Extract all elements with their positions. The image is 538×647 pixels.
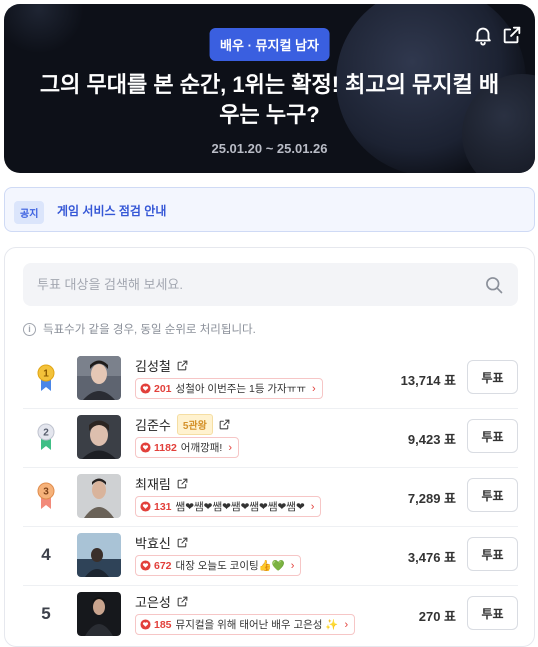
- search-icon[interactable]: [484, 275, 504, 295]
- notice-tag: 공지: [14, 201, 45, 224]
- cheer-message-button[interactable]: 131 쌤❤쌤❤쌤❤쌤❤쌤❤쌤❤쌤❤ ›: [135, 496, 322, 517]
- award-badge: 5관왕: [176, 413, 213, 435]
- cheer-message: 대장 오늘도 코이팅👍💚: [175, 560, 285, 572]
- tie-rule-hint: i 득표수가 같을 경우, 동일 순위로 처리됩니다.: [23, 321, 256, 337]
- rank-medal: 2: [33, 419, 59, 455]
- cheer-count: 185: [154, 618, 172, 631]
- avatar[interactable]: [77, 592, 121, 636]
- search-box: [23, 263, 518, 306]
- cheer-message-button[interactable]: 185 뮤지컬을 위해 태어난 배우 고은성 ✨ ›: [135, 614, 356, 635]
- external-link-icon[interactable]: [176, 477, 189, 490]
- gold-medal-icon: 1: [37, 364, 55, 391]
- candidate-name[interactable]: 고은성: [135, 592, 171, 611]
- heart-icon: [140, 442, 151, 453]
- search-input[interactable]: [23, 263, 518, 306]
- vote-button[interactable]: 투표: [467, 478, 518, 512]
- cheer-message: 뮤지컬을 위해 태어난 배우 고은성 ✨: [175, 619, 339, 631]
- cheer-message-button[interactable]: 201 성철아 이번주는 1등 가자ㅠㅠ ›: [135, 378, 323, 399]
- event-title: 그의 무대를 본 순간, 1위는 확정! 최고의 뮤지컬 배우는 누구?: [39, 72, 500, 127]
- candidate-name[interactable]: 박효신: [135, 533, 171, 552]
- info-icon: i: [23, 322, 36, 336]
- rank-number: 5: [41, 604, 51, 623]
- cheer-message: 성철아 이번주는 1등 가자ㅠㅠ: [175, 383, 307, 395]
- candidate-name[interactable]: 최재림: [135, 474, 171, 493]
- candidate-name[interactable]: 김준수: [135, 415, 171, 434]
- rank-medal: 3: [33, 478, 59, 514]
- ranking-panel: i 득표수가 같을 경우, 동일 순위로 처리됩니다. 1 김성철 201 성철…: [4, 247, 535, 647]
- heart-icon: [140, 501, 151, 512]
- share-icon[interactable]: [501, 24, 523, 46]
- ranking-row: 3 최재림 131 쌤❤쌤❤쌤❤쌤❤쌤❤쌤❤쌤❤ › 7,289 표 투표: [23, 468, 518, 527]
- notice-bar[interactable]: 공지 게임 서비스 점검 안내: [4, 187, 535, 232]
- vote-count: 13,714 표: [400, 373, 456, 388]
- avatar[interactable]: [77, 533, 121, 577]
- vote-button[interactable]: 투표: [467, 596, 518, 630]
- heart-icon: [140, 383, 151, 394]
- rank-medal: 1: [33, 360, 59, 396]
- vote-count: 7,289 표: [407, 491, 456, 506]
- ranking-row: 4 박효신 672 대장 오늘도 코이팅👍💚 › 3,476 표 투표: [23, 527, 518, 586]
- event-date-range: 25.01.20 ~ 25.01.26: [211, 141, 328, 156]
- ranking-row: 5 고은성 185 뮤지컬을 위해 태어난 배우 고은성 ✨ › 270 표 투…: [23, 586, 518, 644]
- cheer-message: 어깨깡패!: [180, 442, 223, 454]
- cheer-message-button[interactable]: 672 대장 오늘도 코이팅👍💚 ›: [135, 555, 302, 576]
- ranking-row: 2 김준수 5관왕 1182 어깨깡패! › 9,423 표 투표: [23, 409, 518, 468]
- avatar[interactable]: [77, 415, 121, 459]
- svg-text:2: 2: [43, 428, 49, 439]
- rank-number: 4: [41, 545, 51, 564]
- vote-button[interactable]: 투표: [467, 537, 518, 571]
- cheer-count: 672: [154, 559, 172, 572]
- bronze-medal-icon: 3: [37, 482, 55, 509]
- chevron-right-icon: ›: [228, 441, 233, 454]
- heart-icon: [140, 560, 151, 571]
- bell-icon[interactable]: [472, 24, 494, 46]
- chevron-right-icon: ›: [344, 618, 349, 631]
- vote-button[interactable]: 투표: [467, 360, 518, 394]
- vote-count: 270 표: [418, 609, 456, 624]
- cheer-message: 쌤❤쌤❤쌤❤쌤❤쌤❤쌤❤쌤❤: [175, 501, 305, 513]
- external-link-icon[interactable]: [176, 359, 189, 372]
- avatar[interactable]: [77, 474, 121, 518]
- silver-medal-icon: 2: [37, 423, 55, 450]
- cheer-count: 201: [154, 382, 172, 395]
- event-banner: 배우 · 뮤지컬 남자 그의 무대를 본 순간, 1위는 확정! 최고의 뮤지컬…: [4, 4, 535, 173]
- notice-text[interactable]: 게임 서비스 점검 안내: [57, 202, 166, 219]
- external-link-icon[interactable]: [176, 595, 189, 608]
- ranking-row: 1 김성철 201 성철아 이번주는 1등 가자ㅠㅠ › 13,714 표 투표: [23, 350, 518, 409]
- candidate-name[interactable]: 김성철: [135, 356, 171, 375]
- external-link-icon[interactable]: [176, 536, 189, 549]
- vote-button[interactable]: 투표: [467, 419, 518, 453]
- vote-count: 9,423 표: [407, 432, 456, 447]
- chevron-right-icon: ›: [312, 382, 316, 395]
- heart-icon: [140, 619, 151, 630]
- svg-text:1: 1: [43, 369, 49, 380]
- vote-count: 3,476 표: [407, 550, 456, 565]
- category-badge: 배우 · 뮤지컬 남자: [209, 28, 330, 61]
- avatar[interactable]: [77, 356, 121, 400]
- cheer-count: 131: [154, 500, 172, 513]
- svg-text:3: 3: [43, 487, 49, 498]
- cheer-count: 1182: [154, 441, 177, 454]
- chevron-right-icon: ›: [310, 500, 315, 513]
- chevron-right-icon: ›: [290, 559, 295, 572]
- external-link-icon[interactable]: [218, 418, 231, 431]
- cheer-message-button[interactable]: 1182 어깨깡패! ›: [135, 437, 240, 458]
